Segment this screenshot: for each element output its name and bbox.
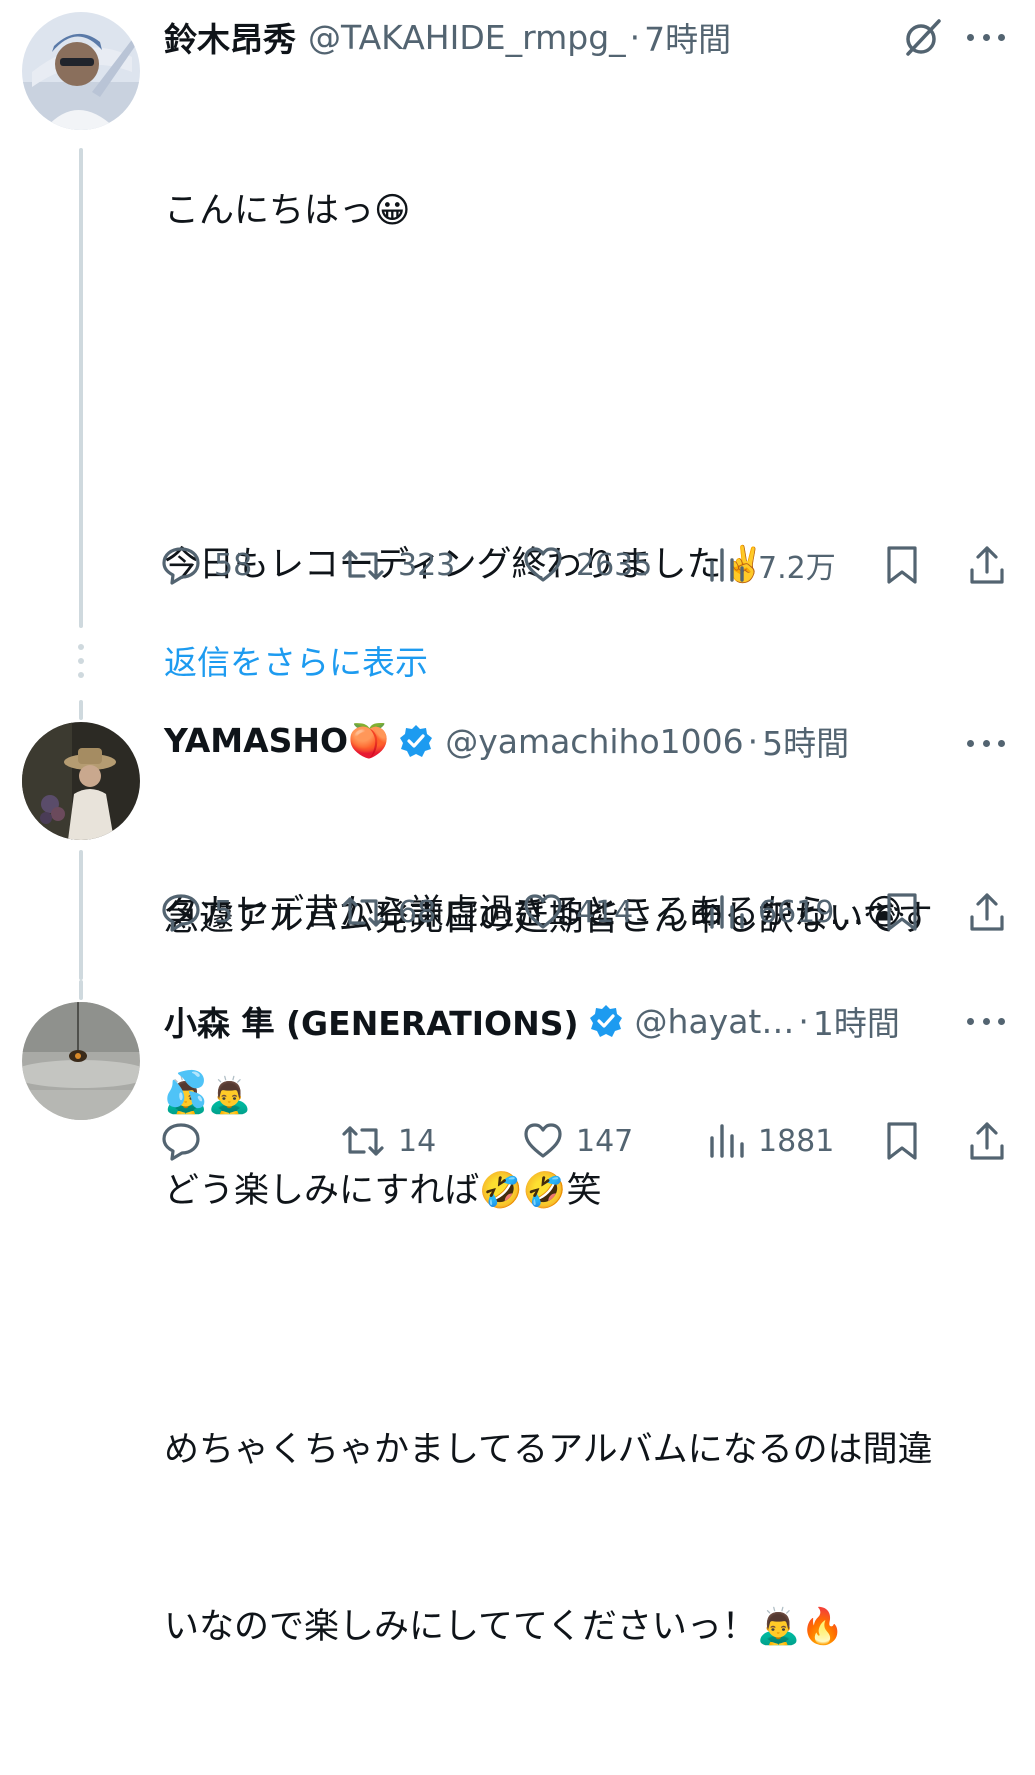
retweet-button[interactable]: 68 xyxy=(340,887,436,937)
reply-button[interactable]: 5 xyxy=(160,887,233,937)
views-button[interactable]: 6619 xyxy=(706,887,834,937)
retweet-arrows-icon xyxy=(342,1126,384,1156)
reply-button[interactable]: 58 xyxy=(160,540,252,590)
action-bar: 5 68 414 6619 xyxy=(160,887,1020,937)
speech-bubble-icon xyxy=(162,1123,200,1161)
view-count: 7.2万 xyxy=(758,551,836,586)
share-upload-icon xyxy=(970,546,1004,584)
retweet-arrows-icon xyxy=(342,550,384,580)
tweet-1[interactable]: 鈴木昂秀 @TAKAHIDE_rmpg_ · 7時間 こんにちはっ😀 今日もレコ… xyxy=(0,0,1035,1647)
tweet-line: どう楽しみにすれば🤣🤣笑 xyxy=(164,1171,602,1211)
bookmark-icon xyxy=(887,893,917,931)
author-handle[interactable]: @yamachiho1006 xyxy=(445,722,743,761)
thread-connector-line xyxy=(79,850,83,980)
verified-badge-icon xyxy=(589,1005,622,1037)
bookmark-button[interactable] xyxy=(884,540,932,590)
thread-connector-line xyxy=(79,700,83,720)
bar-chart-icon xyxy=(710,1124,744,1158)
share-upload-icon xyxy=(970,893,1004,931)
author-handle[interactable]: @TAKAHIDE_rmpg_ xyxy=(308,18,626,57)
avatar-komori[interactable] xyxy=(22,1002,140,1120)
like-count: 147 xyxy=(576,1123,634,1159)
author-handle[interactable]: @hayat… xyxy=(635,1002,795,1041)
author-name[interactable]: 鈴木昂秀 xyxy=(164,13,296,61)
verified-badge-icon xyxy=(400,725,433,757)
views-button[interactable]: 7.2万 xyxy=(706,540,836,590)
reply-count: 5 xyxy=(214,894,234,930)
retweet-button[interactable]: 14 xyxy=(340,1116,436,1166)
heart-icon xyxy=(524,547,562,582)
avatar-suzuki[interactable] xyxy=(22,12,140,130)
like-count: 2635 xyxy=(576,547,653,583)
ellipsis-icon[interactable] xyxy=(967,32,1005,42)
views-button[interactable]: 1881 xyxy=(706,1116,834,1166)
heart-icon xyxy=(524,1123,562,1158)
bar-chart-icon xyxy=(710,895,744,929)
tweet-text: どう楽しみにすれば🤣🤣笑 xyxy=(164,1044,994,1339)
thread-connector-line xyxy=(79,980,83,1000)
ellipsis-icon[interactable] xyxy=(967,738,1005,748)
tweet-header: 小森 隼 (GENERATIONS) @hayat… · 1時間 xyxy=(164,996,1015,1046)
heart-icon xyxy=(524,894,562,929)
action-bar: 58 323 2635 7.2万 xyxy=(160,540,1020,590)
tweet-2[interactable]: YAMASHO🍑 @yamachiho1006 · 5時間 タカヒデ昔から謙虚過… xyxy=(0,700,1035,1110)
retweet-button[interactable]: 323 xyxy=(340,540,455,590)
like-button[interactable]: 2635 xyxy=(522,540,652,590)
share-upload-icon xyxy=(970,1122,1004,1160)
thread-connector-line xyxy=(79,148,83,628)
grok-slash-icon[interactable] xyxy=(903,17,943,57)
avatar-yamasho[interactable] xyxy=(22,722,140,840)
view-count: 6619 xyxy=(758,894,835,930)
share-button[interactable] xyxy=(968,887,1018,937)
like-button[interactable]: 147 xyxy=(522,1116,633,1166)
author-name[interactable]: YAMASHO🍑 xyxy=(164,721,389,761)
retweet-arrows-icon xyxy=(342,897,384,927)
bookmark-button[interactable] xyxy=(884,1116,932,1166)
author-name[interactable]: 小森 隼 (GENERATIONS) xyxy=(164,997,579,1045)
action-bar: 14 147 1881 xyxy=(160,1116,1020,1166)
like-button[interactable]: 414 xyxy=(522,887,633,937)
tweet-line xyxy=(164,359,994,418)
tweet-line: めちゃくちゃかましてるアルバムになるのは間違 xyxy=(164,1430,933,1470)
tweet-line: いなので楽しみにしててくださいっ！🙇‍♂️🔥 xyxy=(164,1607,845,1647)
thread-dots xyxy=(78,644,84,686)
ellipsis-icon[interactable] xyxy=(967,1016,1005,1026)
timestamp[interactable]: 5時間 xyxy=(762,717,849,765)
share-button[interactable] xyxy=(968,540,1018,590)
view-count: 1881 xyxy=(758,1123,835,1159)
retweet-count: 14 xyxy=(398,1123,437,1159)
separator: · xyxy=(747,721,759,761)
retweet-count: 68 xyxy=(398,894,437,930)
share-button[interactable] xyxy=(968,1116,1018,1166)
reply-count: 58 xyxy=(214,547,253,583)
tweet-header: 鈴木昂秀 @TAKAHIDE_rmpg_ · 7時間 xyxy=(164,12,1015,62)
like-count: 414 xyxy=(576,894,634,930)
tweet-line: こんにちはっ😀 xyxy=(164,191,411,231)
show-more-replies-link[interactable]: 返信をさらに表示 xyxy=(164,636,428,684)
tweet-3[interactable]: 小森 隼 (GENERATIONS) @hayat… · 1時間 どう楽しみにす… xyxy=(0,980,1035,1211)
reply-button[interactable] xyxy=(160,1116,214,1166)
separator: · xyxy=(629,17,641,57)
bookmark-icon xyxy=(887,546,917,584)
speech-bubble-icon xyxy=(162,894,200,932)
bookmark-icon xyxy=(887,1122,917,1160)
speech-bubble-icon xyxy=(162,547,200,585)
retweet-count: 323 xyxy=(398,547,456,583)
timestamp[interactable]: 1時間 xyxy=(813,997,900,1045)
tweet-header: YAMASHO🍑 @yamachiho1006 · 5時間 xyxy=(164,716,1015,766)
separator: · xyxy=(798,1001,809,1041)
bookmark-button[interactable] xyxy=(884,887,932,937)
bar-chart-icon xyxy=(710,548,744,582)
timestamp[interactable]: 7時間 xyxy=(644,13,731,61)
